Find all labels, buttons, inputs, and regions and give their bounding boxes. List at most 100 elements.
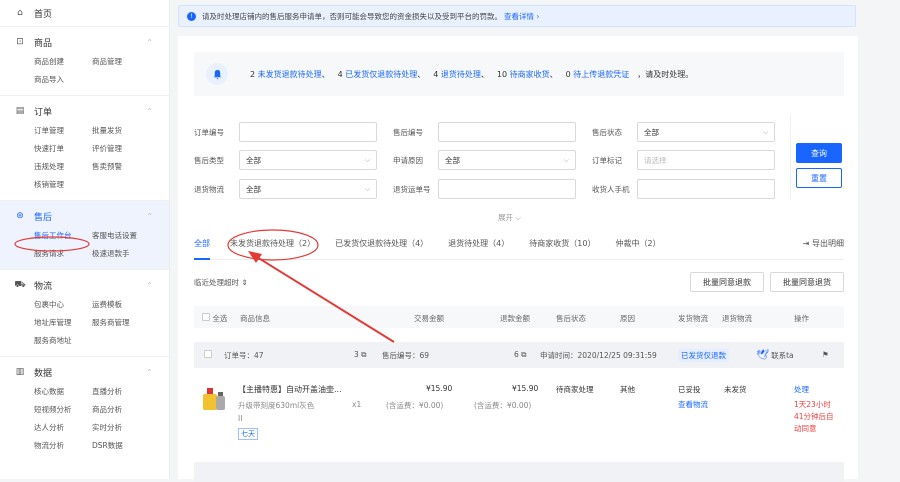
view-logistics-link[interactable]: 查看物流: [678, 399, 708, 410]
export-details-button[interactable]: ⇥ 导出明细: [803, 238, 844, 249]
reset-button[interactable]: 重置: [796, 168, 842, 188]
query-button[interactable]: 查询: [796, 143, 842, 163]
sidebar-item-reviews[interactable]: 评价管理: [92, 140, 152, 158]
col-return-logistics: 退货物流: [722, 314, 752, 323]
apply-reason-label: 申请原因: [393, 155, 423, 165]
order-header-row: 订单号：47 3 ⧉ 售后编号：69 6 ⧉ 申请时间：2020/12/25 0…: [194, 342, 844, 368]
tab-await-receipt[interactable]: 待商家收货（10）: [529, 238, 595, 260]
order-checkbox[interactable]: [204, 350, 212, 360]
sidebar-item-batch-ship[interactable]: 批量发货: [92, 122, 152, 140]
flag-icon[interactable]: ⚑: [822, 350, 829, 359]
nav-section-orders-header[interactable]: ▤ 订单 ⌃: [14, 100, 169, 122]
batch-return-button[interactable]: 批量同意退货: [770, 272, 844, 292]
seven-day-badge: 七天: [238, 428, 258, 440]
filter-row-3: 退货物流 全部 ⌵ 退货运单号 收货人手机: [194, 179, 775, 199]
expand-filters-button[interactable]: 展开 ⌵: [498, 212, 521, 223]
product-title[interactable]: 【主播特惠】自动开盖油壶...: [238, 384, 342, 395]
product-row: 【主播特惠】自动开盖油壶... 升级带刻度630ml灰色 II 七天 x1 ¥1…: [194, 376, 844, 450]
sidebar-item-core-data[interactable]: 核心数据: [34, 383, 92, 401]
truck-icon: ⛟: [14, 279, 26, 290]
sidebar-item-aftersales-workbench[interactable]: 售后工作台: [34, 227, 92, 245]
sidebar-item-verify[interactable]: 核销管理: [34, 176, 92, 194]
nav-section-title: 物流: [34, 281, 53, 292]
summary-item-return-pending[interactable]: 4 退货待处理、: [433, 69, 489, 80]
sort-timeout-toggle[interactable]: 临近处理超时 ⇕: [194, 277, 248, 288]
chevron-up-icon: ⌃: [146, 106, 153, 116]
process-link[interactable]: 处理: [794, 384, 809, 395]
after-no-input[interactable]: [438, 122, 576, 142]
sidebar-item-product-create[interactable]: 商品创建: [34, 53, 92, 71]
summary-item-undelivered-refund[interactable]: 2 未发货退款待处理、: [250, 69, 330, 80]
nav-section-aftersales: ⊛ 售后 ⌃ 售后工作台 客服电话设置 服务请求 极速退款手: [0, 200, 169, 269]
sidebar-item-product-import[interactable]: 商品导入: [34, 71, 92, 89]
after-status-select[interactable]: 全部 ⌵: [637, 122, 775, 142]
aftersales-panel: 2 未发货退款待处理、 4 已发货仅退款待处理、 4 退货待处理、 10 待商家…: [178, 36, 858, 482]
nav-section-aftersales-header[interactable]: ⊛ 售后 ⌃: [14, 205, 169, 227]
sidebar-item-parcel-center[interactable]: 包裹中心: [34, 296, 92, 314]
summary-label: 退货待处理: [440, 69, 481, 79]
sidebar-item-dsr-data[interactable]: DSR数据: [92, 437, 152, 455]
sidebar-item-service-request[interactable]: 服务请求: [34, 245, 92, 263]
export-icon: ⇥: [802, 239, 812, 248]
bag-icon: ⊡: [16, 37, 24, 47]
product-spec: 升级带刻度630ml灰色: [238, 401, 315, 410]
copy-after-no[interactable]: 6 ⧉: [514, 350, 527, 360]
bar-chart-icon: ▥: [15, 367, 25, 377]
apply-reason-select[interactable]: 全部 ⌵: [438, 150, 576, 170]
sidebar-item-live-analysis[interactable]: 直播分析: [92, 383, 152, 401]
summary-item-upload-proof[interactable]: 0 待上传退款凭证: [566, 69, 630, 80]
sidebar-item-violations[interactable]: 违规处理: [34, 158, 92, 176]
apply-time: 申请时间：2020/12/25 09:31:59: [540, 351, 657, 360]
nav-section-products-header[interactable]: ⊡ 商品 ⌃: [14, 31, 169, 53]
tab-all[interactable]: 全部: [194, 238, 210, 260]
notice-details-link[interactable]: 查看详情 ›: [504, 11, 539, 22]
nav-section-data-header[interactable]: ▥ 数据 ⌃: [14, 361, 169, 383]
order-no-tail: 3: [354, 350, 359, 359]
sidebar-item-product-manage[interactable]: 商品管理: [92, 53, 152, 71]
summary-item-await-receipt[interactable]: 10 待商家收货、: [497, 69, 558, 80]
return-logistics-select[interactable]: 全部 ⌵: [239, 179, 377, 199]
copy-order-no[interactable]: 3 ⧉: [354, 350, 367, 360]
col-after-status: 售后状态: [556, 314, 586, 323]
sidebar-item-service-phone[interactable]: 客服电话设置: [92, 227, 152, 245]
trade-freight: (含运费：¥0.00): [386, 401, 444, 410]
nav-section-title: 售后: [34, 212, 53, 223]
return-waybill-input[interactable]: [438, 179, 576, 199]
pending-summary: 2 未发货退款待处理、 4 已发货仅退款待处理、 4 退货待处理、 10 待商家…: [194, 52, 844, 96]
tab-return-pending[interactable]: 退货待处理（4）: [448, 238, 509, 260]
sidebar-item-kol-analysis[interactable]: 达人分析: [34, 419, 92, 437]
sidebar-item-realtime-analysis[interactable]: 实时分析: [92, 419, 152, 437]
sidebar-item-order-manage[interactable]: 订单管理: [34, 122, 92, 140]
receiver-phone-input[interactable]: [637, 179, 775, 199]
sidebar-item-sale-alert[interactable]: 售卖预警: [92, 158, 152, 176]
summary-item-delivered-refund[interactable]: 4 已发货仅退款待处理、: [338, 69, 426, 80]
nav-section-logistics-header[interactable]: ⛟ 物流 ⌃: [14, 274, 169, 296]
tab-arbitration[interactable]: 仲裁中（2）: [615, 238, 660, 260]
countdown-line-2: 41分钟后自: [794, 412, 834, 421]
order-mark-select[interactable]: 请选择: [637, 150, 775, 170]
sidebar-item-provider-manage[interactable]: 服务商管理: [92, 314, 152, 332]
sidebar-item-provider-address[interactable]: 服务商地址: [34, 332, 92, 350]
summary-label: 待商家收货: [509, 69, 550, 79]
contact-button[interactable]: 🕊 联系ta: [756, 350, 794, 361]
select-all-checkbox[interactable]: 全选: [202, 313, 227, 324]
refund-amount: ¥15.90: [512, 384, 539, 393]
after-type-select[interactable]: 全部 ⌵: [239, 150, 377, 170]
nav-home[interactable]: ⌂ 首页: [0, 0, 169, 26]
sidebar-item-logistics-analysis[interactable]: 物流分析: [34, 437, 92, 455]
tab-undelivered-refund[interactable]: 未发货退款待处理（2）: [230, 238, 315, 260]
batch-refund-button[interactable]: 批量同意退款: [690, 272, 764, 292]
sidebar-item-video-analysis[interactable]: 短视频分析: [34, 401, 92, 419]
sidebar-item-quick-print[interactable]: 快速打单: [34, 140, 92, 158]
sidebar-item-fast-refund[interactable]: 极速退款手: [92, 245, 152, 263]
sidebar-item-address-lib[interactable]: 地址库管理: [34, 314, 92, 332]
order-no-input[interactable]: [239, 122, 377, 142]
summary-label: 已发货仅退款待处理: [345, 69, 418, 79]
product-spec-2: II: [238, 414, 243, 423]
nav-section-title: 数据: [34, 368, 53, 379]
tab-delivered-refund[interactable]: 已发货仅退款待处理（4）: [335, 238, 428, 260]
sidebar-item-product-analysis[interactable]: 商品分析: [92, 401, 152, 419]
return-logistics-value: 全部: [246, 184, 261, 194]
sidebar-item-freight-template[interactable]: 运费模板: [92, 296, 152, 314]
col-reason: 原因: [620, 314, 635, 323]
